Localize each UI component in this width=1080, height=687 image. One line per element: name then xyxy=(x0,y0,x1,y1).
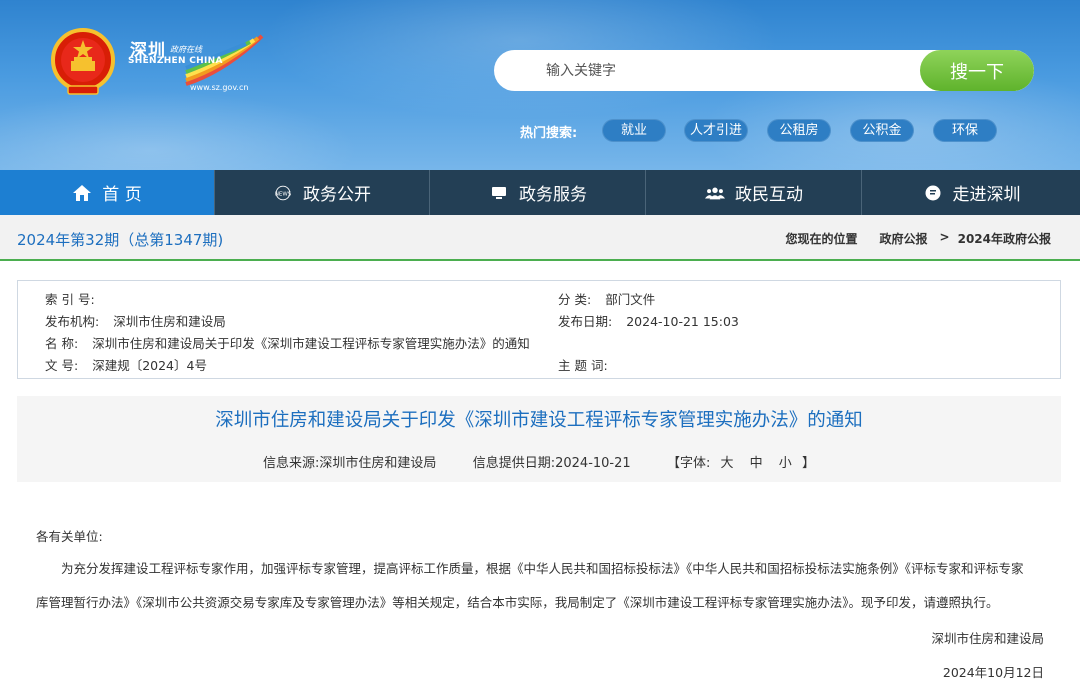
hot-tag-environment[interactable]: 环保 xyxy=(933,119,997,142)
nav-item-label: 政务服务 xyxy=(519,185,587,205)
site-logo[interactable]: 深圳 政府在线 SHENZHEN CHINA www.sz.gov.cn xyxy=(124,32,264,96)
hot-tag-public-housing[interactable]: 公租房 xyxy=(767,119,831,142)
meta-category-row: 分 类: 部门文件 xyxy=(558,289,655,308)
info-bubble-icon xyxy=(923,184,943,202)
meta-category-key: 分 类: xyxy=(558,292,592,307)
article-title: 深圳市住房和建设局关于印发《深圳市建设工程评标专家管理实施办法》的通知 xyxy=(215,410,863,431)
meta-date-row: 发布日期: 2024-10-21 15:03 xyxy=(558,311,739,330)
nav-item-label: 首 页 xyxy=(102,185,142,205)
hot-search-label: 热门搜索: xyxy=(520,126,578,141)
font-size-medium-button[interactable]: 中 xyxy=(750,452,763,471)
meta-publisher-key: 发布机构: xyxy=(45,314,100,329)
article-header: 深圳市住房和建设局关于印发《深圳市建设工程评标专家管理实施办法》的通知 信息来源… xyxy=(17,396,1061,482)
meta-keyword-row: 主 题 词: xyxy=(558,355,622,374)
salutation: 各有关单位: xyxy=(36,529,103,544)
document-meta-table: 索 引 号: 分 类: 部门文件 发布机构: 深圳市住房和建设局 发布日期: 2024… xyxy=(17,280,1061,379)
meta-name-key: 名 称: xyxy=(45,336,79,351)
meta-doc-no-key: 文 号: xyxy=(45,358,79,373)
nav-item-interaction[interactable]: 政民互动 xyxy=(647,170,862,215)
font-size-label-close: 】 xyxy=(801,456,815,471)
breadcrumb: 您现在的位置 政府公报 > 2024年政府公报 xyxy=(786,230,1052,247)
nav-item-home[interactable]: 首 页 xyxy=(0,170,215,215)
national-emblem-icon xyxy=(51,28,115,95)
nav-item-government-affairs[interactable]: NEWS 政务公开 xyxy=(215,170,430,215)
search-input[interactable] xyxy=(494,50,918,91)
meta-publisher-value: 深圳市住房和建设局 xyxy=(113,314,226,329)
nav-item-label: 政民互动 xyxy=(735,185,803,205)
breadcrumb-bar: 2024年第32期（总第1347期) 您现在的位置 政府公报 > 2024年政府… xyxy=(0,215,1080,261)
breadcrumb-item-gazette[interactable]: 政府公报 xyxy=(880,230,928,247)
paragraph-line-2: 库管理暂行办法》《深圳市公共资源交易专家库及专家管理办法》等相关规定，结合本市实… xyxy=(36,595,999,610)
svg-text:NEWS: NEWS xyxy=(275,191,292,197)
nav-item-government-services[interactable]: 政务服务 xyxy=(431,170,646,215)
meta-name-row: 名 称: 深圳市住房和建设局关于印发《深圳市建设工程评标专家管理实施办法》的通知 xyxy=(45,333,530,352)
meta-index-row: 索 引 号: xyxy=(45,289,109,308)
hot-tag-jobs[interactable]: 就业 xyxy=(602,119,666,142)
font-size-large-button[interactable]: 大 xyxy=(720,452,733,471)
meta-category-value: 部门文件 xyxy=(605,292,656,307)
article-subinfo: 信息来源:深圳市住房和建设局 信息提供日期:2024-10-21 【字体: 大 … xyxy=(17,452,1061,471)
site-header: 深圳 政府在线 SHENZHEN CHINA www.sz.gov.cn 搜一下… xyxy=(0,0,1080,170)
main-nav: 首 页 NEWS 政务公开 政务服务 政民互动 走进深圳 xyxy=(0,170,1080,215)
nav-item-label: 走进深圳 xyxy=(952,185,1021,205)
provide-date-value: 2024-10-21 xyxy=(555,456,631,471)
breadcrumb-location-label: 您现在的位置 xyxy=(785,232,858,246)
logo-url: www.sz.gov.cn xyxy=(190,83,249,92)
logo-cn-subtitle: 政府在线 xyxy=(170,45,202,54)
home-icon xyxy=(72,184,92,202)
source-label: 信息来源: xyxy=(263,456,320,471)
meta-keyword-key: 主 题 词: xyxy=(558,358,608,373)
hot-tag-talent[interactable]: 人才引进 xyxy=(684,119,748,142)
meta-date-key: 发布日期: xyxy=(558,314,613,329)
source-value: 深圳市住房和建设局 xyxy=(319,456,437,471)
paragraph-line-1: 为充分发挥建设工程评标专家作用，加强评标专家管理，提高评标工作质量，根据《中华人… xyxy=(61,561,1024,576)
header-cloud xyxy=(0,90,360,170)
nav-item-about-shenzhen[interactable]: 走进深圳 xyxy=(863,170,1080,215)
breadcrumb-separator: > xyxy=(939,230,950,244)
meta-name-value: 深圳市住房和建设局关于印发《深圳市建设工程评标专家管理实施办法》的通知 xyxy=(92,336,530,351)
people-icon xyxy=(705,184,725,202)
hot-tag-housing-fund[interactable]: 公积金 xyxy=(850,119,914,142)
provide-date-label: 信息提供日期: xyxy=(472,456,556,471)
logo-en-title: SHENZHEN CHINA xyxy=(128,56,223,66)
breadcrumb-item-2024-gazette[interactable]: 2024年政府公报 xyxy=(958,230,1051,247)
meta-doc-no-row: 文 号: 深建规〔2024〕4号 xyxy=(45,355,207,374)
sign-date: 2024年10月12日 xyxy=(942,665,1044,680)
meta-doc-no-value: 深建规〔2024〕4号 xyxy=(92,358,207,373)
meta-date-value: 2024-10-21 15:03 xyxy=(626,314,739,329)
search-box: 搜一下 xyxy=(494,50,1034,91)
monitor-icon xyxy=(489,184,509,202)
search-button[interactable]: 搜一下 xyxy=(920,50,1034,91)
signature: 深圳市住房和建设局 xyxy=(931,631,1044,646)
news-icon: NEWS xyxy=(273,184,293,202)
meta-index-key: 索 引 号: xyxy=(45,292,95,307)
font-size-label-open: 【字体: xyxy=(666,456,711,471)
issue-number: 2024年第32期（总第1347期) xyxy=(17,231,224,249)
nav-item-label: 政务公开 xyxy=(303,185,371,205)
font-size-small-button[interactable]: 小 xyxy=(779,452,792,471)
meta-publisher-row: 发布机构: 深圳市住房和建设局 xyxy=(45,311,226,330)
